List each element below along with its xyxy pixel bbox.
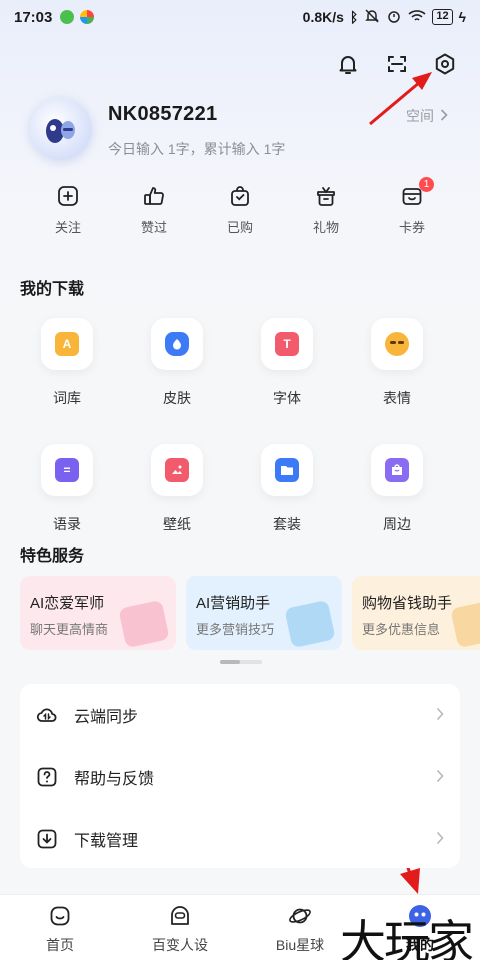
- typing-stats: 今日输入 1字，累计输入 1字: [108, 141, 286, 157]
- download-item-font[interactable]: T 字体: [232, 318, 342, 408]
- font-icon: T: [275, 332, 299, 356]
- heart-chat-icon: [118, 599, 170, 649]
- quick-action-liked[interactable]: 赞过: [111, 183, 197, 236]
- shopping-bag-icon: [227, 183, 253, 209]
- persona-icon: [167, 903, 193, 929]
- download-item-label: 周边: [383, 516, 411, 532]
- mute-icon: [364, 8, 380, 27]
- emoji-icon: [385, 332, 409, 356]
- status-bar: 17:03 0.8K/s ᛒ 12 ϟ: [0, 0, 480, 34]
- app-notification-icon: [80, 10, 95, 24]
- thumbs-up-icon: [141, 183, 167, 209]
- quick-action-gift[interactable]: 礼物: [283, 183, 369, 236]
- planet-icon: [287, 903, 313, 929]
- menu-item-label: 下载管理: [74, 833, 139, 850]
- nav-tab-persona[interactable]: 百变人设: [120, 895, 240, 960]
- download-item-wallpaper[interactable]: 壁纸: [122, 444, 232, 534]
- avatar[interactable]: [30, 98, 92, 160]
- chevron-right-icon: [440, 108, 448, 124]
- dictionary-icon: A: [55, 332, 79, 356]
- merch-icon: [385, 458, 409, 482]
- bundle-icon: [275, 458, 299, 482]
- quick-action-follow[interactable]: 关注: [25, 183, 111, 236]
- nav-tab-label: Biu星球: [275, 937, 325, 953]
- download-item-label: 壁纸: [163, 516, 191, 532]
- download-item-dictionary[interactable]: A 词库: [12, 318, 122, 408]
- carousel-scroll-indicator: [220, 660, 262, 664]
- scan-icon[interactable]: [383, 50, 411, 78]
- downloads-section-title: 我的下载: [20, 281, 85, 298]
- service-card-ai-love[interactable]: AI恋爱军师 聊天更高情商: [20, 576, 176, 650]
- watermark-text: 大玩家: [340, 915, 474, 960]
- wechat-icon: [60, 10, 75, 24]
- download-item-quote[interactable]: = 语录: [12, 444, 122, 534]
- quick-action-label: 礼物: [312, 220, 339, 235]
- coupon-badge: 1: [419, 177, 434, 192]
- gift-icon: [313, 183, 339, 209]
- battery-icon: 12: [432, 9, 453, 25]
- cloud-sync-icon: [36, 704, 58, 726]
- download-item-label: 套装: [273, 516, 301, 532]
- services-section-title: 特色服务: [20, 548, 85, 565]
- settings-icon[interactable]: [431, 50, 459, 78]
- alarm-icon: [386, 8, 402, 27]
- menu-item-help[interactable]: 帮助与反馈: [20, 746, 460, 808]
- home-icon: [47, 903, 73, 929]
- help-icon: [36, 766, 58, 788]
- plus-square-icon: [55, 183, 81, 209]
- notification-bell-icon[interactable]: [334, 50, 362, 78]
- chevron-right-icon: [436, 829, 444, 850]
- download-item-emoji[interactable]: 表情: [342, 318, 452, 408]
- quick-action-purchased[interactable]: 已购: [197, 183, 283, 236]
- chevron-right-icon: [436, 705, 444, 726]
- quote-icon: =: [55, 458, 79, 482]
- chevron-right-icon: [436, 767, 444, 788]
- service-card-shopping[interactable]: 购物省钱助手 更多优惠信息: [352, 576, 480, 650]
- wallpaper-icon: [165, 458, 189, 482]
- quick-action-label: 卡券: [398, 220, 425, 235]
- download-item-label: 词库: [53, 390, 81, 406]
- space-link[interactable]: 空间: [406, 106, 448, 126]
- services-carousel[interactable]: AI恋爱军师 聊天更高情商 AI营销助手 更多营销技巧 购物省钱助手 更多优惠信…: [20, 576, 480, 650]
- download-item-label: 语录: [53, 516, 81, 532]
- quick-action-label: 已购: [226, 220, 253, 235]
- wifi-icon: [408, 9, 426, 26]
- nav-tab-home[interactable]: 首页: [0, 895, 120, 960]
- quick-action-coupons[interactable]: 1 卡券: [369, 177, 455, 236]
- menu-item-download-manager[interactable]: 下载管理: [20, 808, 460, 870]
- download-item-skin[interactable]: 皮肤: [122, 318, 232, 408]
- trend-chart-icon: [284, 599, 336, 649]
- menu-item-label: 帮助与反馈: [74, 771, 155, 788]
- menu-item-cloud-sync[interactable]: 云端同步: [20, 684, 460, 746]
- quick-actions: 关注 赞过 已购 礼物 1 卡券: [0, 177, 480, 236]
- downloads-grid: A 词库 皮肤 T 字体 表情 = 语录 壁纸 套装 周边: [12, 318, 468, 534]
- network-speed: 0.8K/s: [302, 9, 344, 25]
- bluetooth-icon: ᛒ: [349, 9, 359, 25]
- download-item-label: 字体: [273, 390, 301, 406]
- space-label: 空间: [406, 108, 434, 124]
- settings-menu: 云端同步 帮助与反馈 下载管理: [20, 684, 460, 868]
- download-item-label: 表情: [383, 390, 411, 406]
- username: NK0857221: [108, 103, 218, 125]
- download-item-bundle[interactable]: 套装: [232, 444, 342, 534]
- quick-action-label: 赞过: [140, 220, 167, 235]
- menu-item-label: 云端同步: [74, 709, 139, 726]
- skin-icon: [165, 332, 189, 356]
- nav-tab-label: 首页: [46, 937, 74, 953]
- download-item-merch[interactable]: 周边: [342, 444, 452, 534]
- download-item-label: 皮肤: [163, 390, 191, 406]
- quick-action-label: 关注: [54, 220, 81, 235]
- charging-icon: ϟ: [458, 9, 466, 25]
- status-time: 17:03: [14, 8, 53, 26]
- nav-tab-label: 百变人设: [152, 937, 208, 953]
- service-card-ai-marketing[interactable]: AI营销助手 更多营销技巧: [186, 576, 342, 650]
- download-icon: [36, 828, 58, 850]
